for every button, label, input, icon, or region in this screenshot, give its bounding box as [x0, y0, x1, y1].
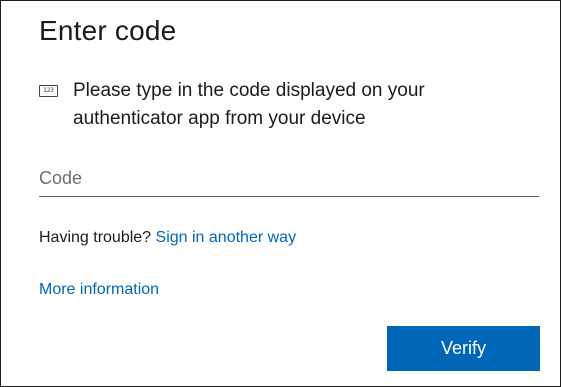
numeric-keypad-icon: 123 — [39, 85, 58, 97]
page-title: Enter code — [39, 15, 177, 46]
trouble-row: Having trouble? Sign in another way — [39, 229, 296, 247]
sign-in-dialog: Enter code 123 Please type in the code d… — [0, 0, 561, 387]
sign-in-another-way-link[interactable]: Sign in another way — [156, 229, 297, 246]
trouble-text: Having trouble? — [39, 229, 152, 246]
instruction-text: Please type in the code displayed on you… — [73, 80, 425, 129]
code-input[interactable] — [39, 161, 539, 197]
more-information-link[interactable]: More information — [39, 281, 159, 299]
instruction-row: 123 Please type in the code displayed on… — [39, 77, 519, 133]
verify-button[interactable]: Verify — [387, 326, 540, 371]
